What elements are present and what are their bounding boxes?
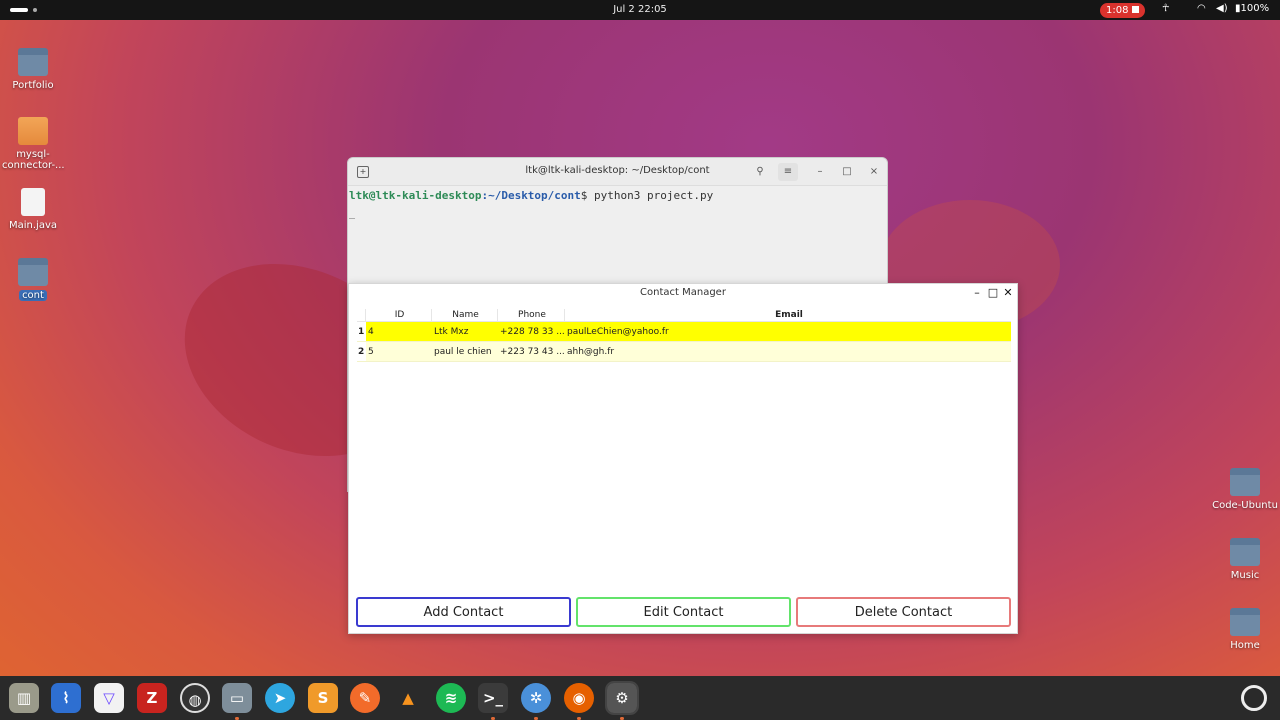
- cell-name[interactable]: paul le chien: [432, 342, 498, 361]
- battery-percent: 100%: [1240, 3, 1270, 14]
- stop-icon: [1132, 6, 1140, 13]
- terminal-title: ltk@ltk-kali-desktop: ~/Desktop/cont: [525, 165, 710, 176]
- edit-contact-button[interactable]: Edit Contact: [576, 597, 791, 627]
- brush-icon[interactable]: ✎: [350, 683, 380, 713]
- terminal-icon[interactable]: >_: [478, 683, 508, 720]
- minimize-icon[interactable]: –: [810, 163, 830, 181]
- top-bar: Jul 2 22:05 1:08 ☥ ◠ ◀) ▮100%: [0, 0, 1280, 20]
- firefox-icon[interactable]: ◉: [564, 683, 594, 720]
- accessibility-icon[interactable]: ☥: [1162, 3, 1169, 14]
- cell-phone[interactable]: +223 73 43 ...: [498, 342, 565, 361]
- prompt-user: ltk@ltk-kali-desktop: [349, 189, 482, 202]
- window-title: Contact Manager: [640, 287, 726, 298]
- obs-studio-icon[interactable]: ◍: [180, 683, 210, 713]
- terminal-command-line: ltk@ltk-kali-desktop:~/Desktop/cont$ pyt…: [349, 189, 886, 202]
- system-monitor-icon[interactable]: ⌇: [51, 683, 81, 713]
- dock: ▥ ⌇ ▽ Z ◍ ▭ ➤ S ✎ ▲ ≋ >_ ✲ ◉ ⚙: [0, 676, 1280, 720]
- search-icon[interactable]: ⚲: [750, 163, 770, 181]
- desktop-icon-label: Code-Ubuntu: [1212, 500, 1278, 511]
- desktop-icon-label: Music: [1230, 570, 1260, 581]
- desktop-icon-label: cont: [19, 290, 47, 301]
- filezilla-icon[interactable]: Z: [137, 683, 167, 713]
- archive-manager-icon[interactable]: ▥: [9, 683, 39, 713]
- folder-icon: [1230, 468, 1260, 496]
- desktop-icon-music[interactable]: Music: [1205, 538, 1280, 581]
- vlc-icon[interactable]: ▲: [393, 683, 423, 713]
- table-header: ID Name Phone Email: [357, 309, 1011, 322]
- desktop-icon-cont[interactable]: cont: [0, 258, 73, 301]
- folder-icon: [18, 48, 48, 76]
- contacts-table[interactable]: ID Name Phone Email 1 4 Ltk Mxz +228 78 …: [357, 309, 1011, 362]
- row-index: 1: [357, 322, 366, 341]
- terminal-output[interactable]: ltk@ltk-kali-desktop:~/Desktop/cont$ pyt…: [348, 186, 887, 222]
- close-icon[interactable]: ×: [864, 163, 884, 181]
- desktop-icon-portfolio[interactable]: Portfolio: [0, 48, 73, 91]
- wifi-icon[interactable]: ◠: [1197, 3, 1206, 14]
- show-applications-icon[interactable]: [1241, 685, 1267, 711]
- proton-vpn-icon[interactable]: ▽: [94, 683, 124, 713]
- cell-id[interactable]: 5: [366, 342, 432, 361]
- prompt-path: :~/Desktop/cont: [481, 189, 581, 202]
- settings-icon[interactable]: ⚙: [605, 681, 639, 720]
- column-header-name[interactable]: Name: [432, 309, 498, 321]
- sublime-text-icon[interactable]: S: [308, 683, 338, 713]
- maximize-icon[interactable]: □: [987, 286, 999, 300]
- delete-contact-button[interactable]: Delete Contact: [796, 597, 1011, 627]
- clock[interactable]: Jul 2 22:05: [0, 4, 1280, 15]
- close-icon[interactable]: ✕: [1002, 286, 1014, 300]
- package-icon: [18, 117, 48, 145]
- cell-email[interactable]: ahh@gh.fr: [565, 342, 1011, 361]
- home-folder-icon: [1230, 608, 1260, 636]
- row-index-header: [357, 309, 366, 321]
- terminal-titlebar[interactable]: + ltk@ltk-kali-desktop: ~/Desktop/cont ⚲…: [348, 158, 887, 186]
- files-icon[interactable]: ▭: [222, 683, 252, 720]
- recording-time: 1:08: [1106, 5, 1129, 16]
- folder-icon: [18, 258, 48, 286]
- minimize-icon[interactable]: –: [971, 286, 983, 300]
- window-titlebar[interactable]: Contact Manager – □ ✕: [349, 284, 1017, 302]
- telegram-icon[interactable]: ➤: [265, 683, 295, 713]
- kde-connect-icon[interactable]: ✲: [521, 683, 551, 720]
- volume-icon[interactable]: ◀): [1216, 3, 1228, 14]
- cell-email[interactable]: paulLeChien@yahoo.fr: [565, 322, 1011, 341]
- add-contact-button[interactable]: Add Contact: [356, 597, 571, 627]
- desktop-icon-label: Home: [1230, 640, 1260, 651]
- cell-name[interactable]: Ltk Mxz: [432, 322, 498, 341]
- desktop-icon-label: mysql-connector-...: [2, 149, 65, 171]
- battery-indicator[interactable]: ▮100%: [1235, 3, 1269, 14]
- cell-phone[interactable]: +228 78 33 ...: [498, 322, 565, 341]
- contact-manager-window[interactable]: Contact Manager – □ ✕ ID Name Phone Emai…: [348, 283, 1018, 634]
- column-header-email[interactable]: Email: [565, 309, 1011, 321]
- screen-recording-indicator[interactable]: 1:08: [1100, 3, 1146, 18]
- command-text: python3 project.py: [587, 189, 714, 202]
- desktop-icon-code-ubuntu[interactable]: Code-Ubuntu: [1205, 468, 1280, 511]
- cell-id[interactable]: 4: [366, 322, 432, 341]
- column-header-id[interactable]: ID: [366, 309, 432, 321]
- desktop-icon-label: Portfolio: [12, 80, 54, 91]
- desktop-icon-main-java[interactable]: Main.java: [0, 188, 73, 231]
- table-row[interactable]: 1 4 Ltk Mxz +228 78 33 ... paulLeChien@y…: [357, 322, 1011, 342]
- column-header-phone[interactable]: Phone: [498, 309, 565, 321]
- hamburger-menu-icon[interactable]: ≡: [778, 163, 798, 181]
- desktop-icon-label: Main.java: [8, 220, 57, 231]
- java-file-icon: [21, 188, 45, 216]
- spotify-icon[interactable]: ≋: [436, 683, 466, 713]
- terminal-cursor: _: [349, 208, 356, 219]
- row-index: 2: [357, 342, 366, 361]
- table-row[interactable]: 2 5 paul le chien +223 73 43 ... ahh@gh.…: [357, 342, 1011, 362]
- desktop-icon-home[interactable]: Home: [1205, 608, 1280, 651]
- folder-icon: [1230, 538, 1260, 566]
- desktop-icon-mysql-connector[interactable]: mysql-connector-...: [0, 117, 73, 171]
- maximize-icon[interactable]: □: [837, 163, 857, 181]
